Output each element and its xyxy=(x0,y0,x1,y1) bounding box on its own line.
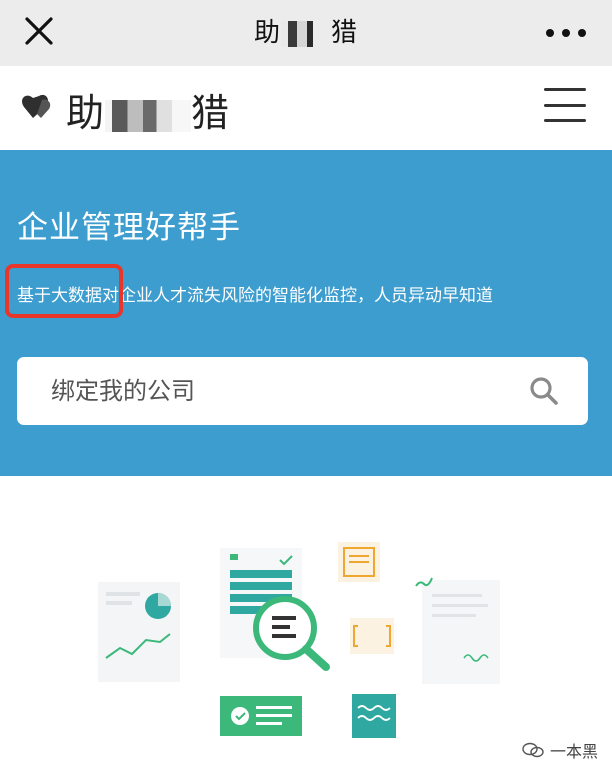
title-start: 助 xyxy=(253,18,281,48)
company-search-input[interactable] xyxy=(17,357,517,425)
red-highlight-box xyxy=(5,264,123,318)
brand-start: 助 xyxy=(66,91,106,135)
search-icon[interactable] xyxy=(528,375,560,407)
company-search-box xyxy=(17,357,588,425)
hamburger-menu-icon[interactable] xyxy=(544,88,586,122)
ticket-card-icon xyxy=(220,696,302,736)
hero-headline: 企业管理好帮手 xyxy=(17,210,241,246)
chart-card-icon xyxy=(98,582,180,682)
heart-logo-icon[interactable] xyxy=(20,92,54,124)
brand-name[interactable]: 助猎 xyxy=(66,82,230,137)
redacted-brand-part xyxy=(105,99,192,132)
letter-card-icon xyxy=(415,577,500,684)
wave-card-icon xyxy=(352,694,396,738)
wechat-top-bar: 助猎 xyxy=(0,0,612,66)
wechat-official-account-icon xyxy=(522,742,544,758)
brand-end: 猎 xyxy=(191,91,231,135)
site-header: 助猎 xyxy=(0,66,612,148)
title-end: 猎 xyxy=(331,18,359,48)
data-monitoring-illustration xyxy=(98,542,500,738)
bracket-card-icon xyxy=(350,618,394,654)
more-dots-icon[interactable] xyxy=(546,29,586,37)
document-icon xyxy=(338,542,380,582)
watermark: 一本黑 xyxy=(522,738,598,762)
hero-section: 企业管理好帮手 基于大数据对企业人才流失风险的智能化监控，人员异动早知道 xyxy=(0,150,612,476)
redacted-title-part xyxy=(281,20,331,47)
watermark-label: 一本黑 xyxy=(549,742,598,761)
wechat-page-title: 助猎 xyxy=(0,12,612,49)
